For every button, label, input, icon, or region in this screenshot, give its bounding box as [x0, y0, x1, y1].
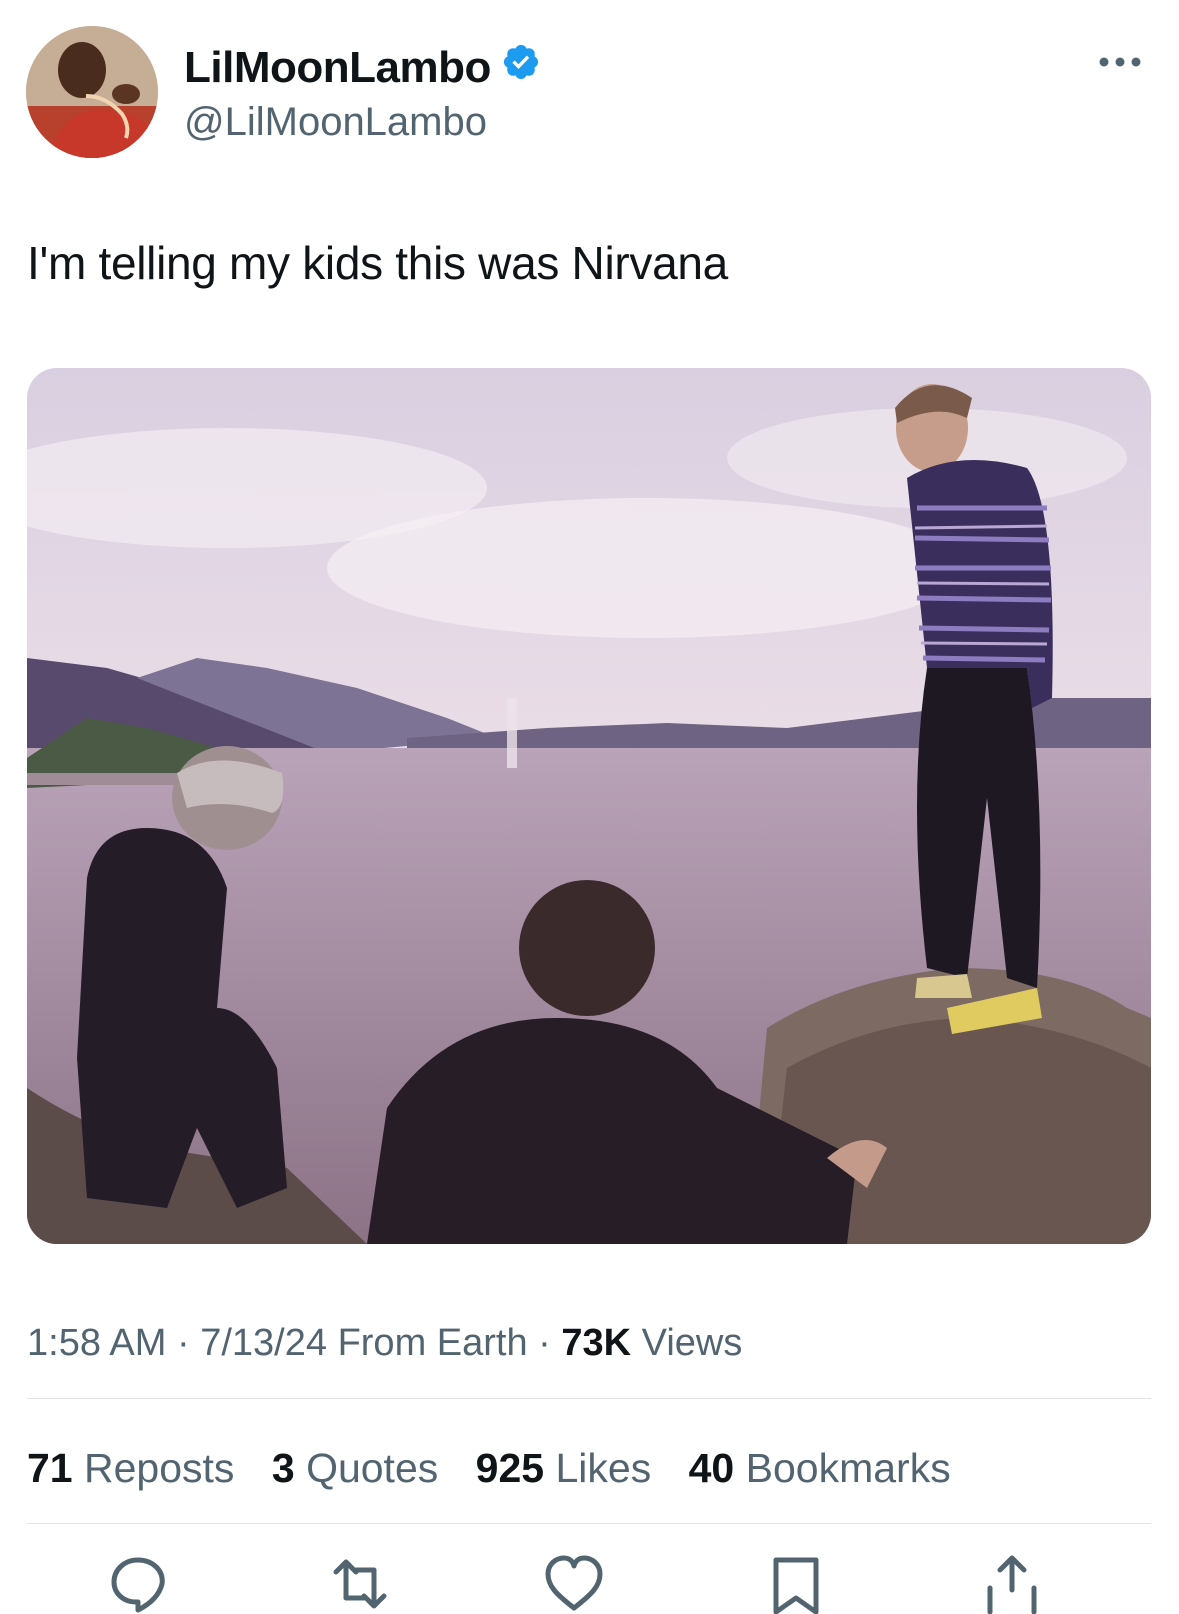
author-avatar[interactable] — [26, 26, 158, 158]
reply-icon[interactable] — [108, 1554, 168, 1614]
bookmarks-stat[interactable]: 40 Bookmarks — [689, 1445, 951, 1491]
tweet-header: LilMoonLambo @LilMoonLambo — [26, 26, 1153, 160]
verified-badge-icon — [501, 42, 541, 94]
tweet-actions — [0, 1554, 1179, 1614]
divider — [27, 1398, 1151, 1399]
tweet-time[interactable]: 1:58 AM — [27, 1322, 166, 1364]
tweet-date[interactable]: 7/13/24 — [200, 1322, 327, 1364]
divider — [27, 1523, 1151, 1524]
likes-stat[interactable]: 925 Likes — [476, 1445, 652, 1491]
engagement-stats: 71 Reposts 3 Quotes 925 Likes 40 Bookmar… — [27, 1441, 977, 1495]
author-handle[interactable]: @LilMoonLambo — [184, 96, 541, 148]
tweet-meta: 1:58 AM · 7/13/24 From Earth · 73K Views — [27, 1318, 742, 1368]
like-icon[interactable] — [544, 1554, 604, 1614]
views-label: Views — [641, 1322, 743, 1364]
bookmark-icon[interactable] — [766, 1554, 826, 1614]
meta-separator: · — [176, 1322, 190, 1364]
tweet-text: I'm telling my kids this was Nirvana — [27, 237, 728, 289]
views-count: 73K — [561, 1322, 632, 1364]
author-names: LilMoonLambo @LilMoonLambo — [184, 42, 541, 148]
tweet-photo[interactable] — [27, 368, 1151, 1244]
quotes-stat[interactable]: 3 Quotes — [272, 1445, 438, 1491]
display-name-text[interactable]: LilMoonLambo — [184, 42, 491, 94]
share-icon[interactable] — [982, 1554, 1042, 1614]
meta-separator: · — [538, 1322, 551, 1364]
more-options-icon[interactable] — [1097, 52, 1143, 72]
repost-icon[interactable] — [330, 1554, 390, 1614]
author-display-name[interactable]: LilMoonLambo — [184, 42, 541, 94]
reposts-stat[interactable]: 71 Reposts — [27, 1445, 234, 1491]
tweet-source: From Earth — [337, 1322, 528, 1364]
